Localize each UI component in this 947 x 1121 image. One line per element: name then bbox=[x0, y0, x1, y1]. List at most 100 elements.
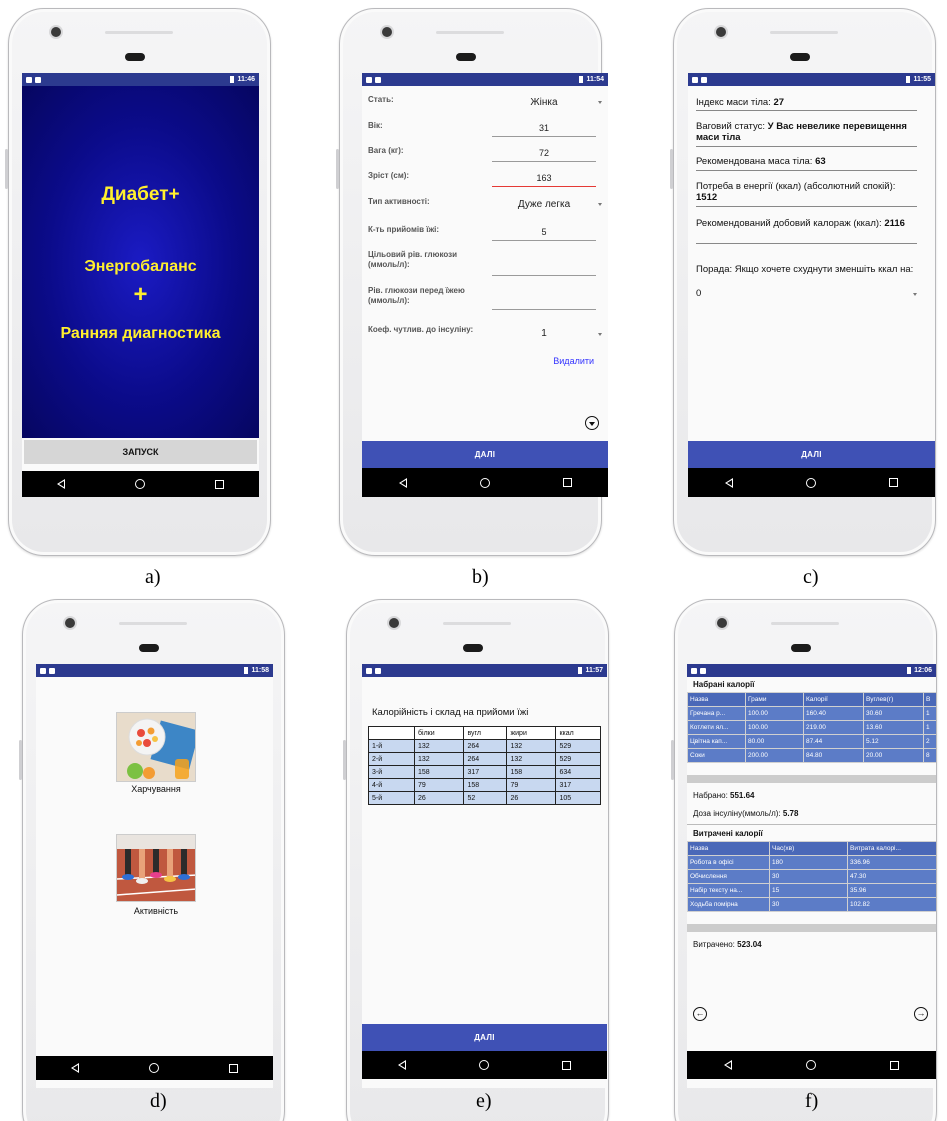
energy-row: Потреба в енергії (ккал) (абсолютний спо… bbox=[696, 181, 917, 203]
running-picture bbox=[117, 835, 195, 901]
height-input[interactable]: 163 bbox=[492, 173, 596, 183]
nav-bar bbox=[22, 471, 259, 497]
phone-e: 11:57 Калорійність і склад на прийоми їж… bbox=[343, 599, 609, 1121]
table-cell: 264 bbox=[463, 739, 508, 753]
header-cell: В bbox=[923, 692, 936, 707]
battery-icon bbox=[244, 667, 249, 674]
table-row[interactable]: Соки 200.00 84.80 20.00 8 bbox=[687, 748, 936, 763]
activity-image[interactable] bbox=[116, 834, 196, 902]
recents-icon[interactable] bbox=[889, 478, 899, 487]
back-icon[interactable] bbox=[57, 479, 65, 489]
insulin-sensitivity-select[interactable]: 1 bbox=[492, 328, 596, 339]
battery-icon bbox=[906, 76, 911, 83]
table-cell: 8 bbox=[923, 748, 936, 763]
activity-select[interactable]: Дуже легка bbox=[492, 199, 596, 210]
notification-icon bbox=[692, 76, 698, 83]
table-cell: Гречана р... bbox=[687, 706, 746, 721]
home-icon[interactable] bbox=[149, 1063, 159, 1073]
meals-input[interactable]: 5 bbox=[492, 227, 596, 237]
field-activity-type[interactable]: Тип активності: Дуже легка bbox=[368, 197, 602, 219]
recents-icon[interactable] bbox=[562, 478, 572, 487]
rec-weight-row: Рекомендована маса тіла: 63 bbox=[696, 156, 917, 167]
speaker-grille bbox=[105, 31, 173, 34]
recents-icon[interactable] bbox=[215, 479, 224, 489]
age-input[interactable]: 31 bbox=[492, 123, 596, 133]
nav-bar bbox=[688, 468, 935, 497]
status-time: 11:58 bbox=[251, 667, 269, 674]
nutrition-image[interactable] bbox=[116, 712, 196, 782]
daily-calories-row: Рекомендований добовий калораж (ккал): 2… bbox=[696, 218, 917, 229]
table-scrollbar[interactable] bbox=[687, 775, 936, 783]
table-cell: 2 bbox=[923, 734, 936, 749]
nav-bar bbox=[36, 1056, 273, 1080]
table-cell: 219.00 bbox=[803, 720, 864, 735]
table-row[interactable]: Цвітна кап... 80.00 87.44 5.12 2 bbox=[687, 734, 936, 749]
launch-button[interactable]: ЗАПУСК bbox=[24, 440, 257, 464]
table-cell: 15 bbox=[769, 883, 848, 898]
advice-select[interactable]: 0 bbox=[696, 288, 909, 299]
header-cell: Назва bbox=[687, 841, 770, 856]
home-icon[interactable] bbox=[806, 1060, 816, 1070]
phone-b: 11:54 Стать: Жінка Вік: 31 Вага (кг): 72… bbox=[336, 8, 608, 556]
table-cell: 529 bbox=[555, 752, 601, 766]
notification-icon bbox=[375, 76, 381, 83]
field-insulin-sensitivity[interactable]: Коеф. чутлив. до інсуліну: 1 bbox=[368, 325, 602, 355]
back-icon[interactable] bbox=[724, 477, 733, 488]
weight-input[interactable]: 72 bbox=[492, 148, 596, 158]
table-cell: 1 bbox=[923, 720, 936, 735]
back-icon[interactable] bbox=[398, 477, 407, 488]
field-label: Тип активності: bbox=[368, 197, 430, 206]
table-row[interactable]: Робота в офісі 180 336.96 bbox=[687, 855, 936, 870]
spent-calories-table[interactable]: Назва Час(хв) Витрата калорі... Робота в… bbox=[687, 841, 936, 912]
table-cell: 158 bbox=[413, 765, 465, 779]
table-cell: 160.40 bbox=[803, 706, 864, 721]
table-row[interactable]: Гречана р... 100.00 160.40 30.60 1 bbox=[687, 706, 936, 721]
next-button[interactable]: ДАЛІ bbox=[362, 1024, 607, 1051]
field-target-glucose: Цільовий рів. глюкози (ммоль/л): bbox=[368, 250, 602, 280]
back-icon[interactable] bbox=[398, 1060, 407, 1070]
table-cell: 200.00 bbox=[745, 748, 804, 763]
field-weight: Вага (кг): 72 bbox=[368, 146, 602, 168]
home-icon[interactable] bbox=[479, 477, 490, 488]
earpiece bbox=[790, 53, 810, 61]
arrow-right-circle-icon[interactable]: → bbox=[914, 1007, 928, 1021]
table-cell: 1 bbox=[923, 706, 936, 721]
home-icon[interactable] bbox=[135, 479, 145, 489]
table-cell: Ходьба помірна bbox=[687, 897, 770, 912]
phone-f: 12:06 Набрані калорії Назва Грами Калорі… bbox=[671, 599, 937, 1121]
gender-select[interactable]: Жінка bbox=[492, 97, 596, 108]
home-icon[interactable] bbox=[478, 1060, 489, 1070]
delete-link[interactable]: Видалити bbox=[553, 356, 594, 366]
spent-calories-title: Витрачені калорії bbox=[693, 829, 763, 838]
table-row[interactable]: Котлети ял... 100.00 219.00 13.60 1 bbox=[687, 720, 936, 735]
table-cell: 26 bbox=[413, 791, 465, 805]
back-icon[interactable] bbox=[724, 1060, 732, 1070]
camera-icon bbox=[65, 618, 75, 628]
table-cell: 5.12 bbox=[863, 734, 924, 749]
field-label: Вага (кг): bbox=[368, 146, 404, 155]
table-row[interactable]: Ходьба помірна 30 102.82 bbox=[687, 897, 936, 912]
dropdown-arrow-icon bbox=[598, 333, 602, 336]
app-title: Диабет+ bbox=[101, 184, 180, 205]
table-cell: 5-й bbox=[368, 791, 415, 805]
speaker-grille bbox=[119, 622, 187, 625]
back-icon[interactable] bbox=[71, 1063, 79, 1073]
status-time: 12:06 bbox=[914, 667, 932, 674]
table-scrollbar[interactable] bbox=[687, 924, 936, 932]
meal-table-title: Калорійність і склад на прийоми їжі bbox=[372, 707, 529, 718]
arrow-left-circle-icon[interactable]: ← bbox=[693, 1007, 707, 1021]
table-cell: 1-й bbox=[368, 739, 415, 753]
activity-label[interactable]: Активність bbox=[76, 906, 236, 916]
table-row[interactable]: Обчислення 30 47.30 bbox=[687, 869, 936, 884]
next-button[interactable]: ДАЛІ bbox=[362, 441, 608, 468]
table-row[interactable]: Набір тексту на... 15 35.96 bbox=[687, 883, 936, 898]
next-button[interactable]: ДАЛІ bbox=[688, 441, 935, 468]
chevron-down-circle-icon[interactable] bbox=[585, 416, 599, 430]
field-gender[interactable]: Стать: Жінка bbox=[368, 95, 602, 117]
recents-icon[interactable] bbox=[561, 1060, 571, 1070]
gained-calories-table[interactable]: Назва Грами Калорії Вуглев(г) В Гречана … bbox=[687, 692, 936, 763]
home-icon[interactable] bbox=[805, 477, 816, 488]
recents-icon[interactable] bbox=[890, 1060, 899, 1070]
nutrition-label[interactable]: Харчування bbox=[76, 784, 236, 794]
recents-icon[interactable] bbox=[229, 1063, 238, 1073]
